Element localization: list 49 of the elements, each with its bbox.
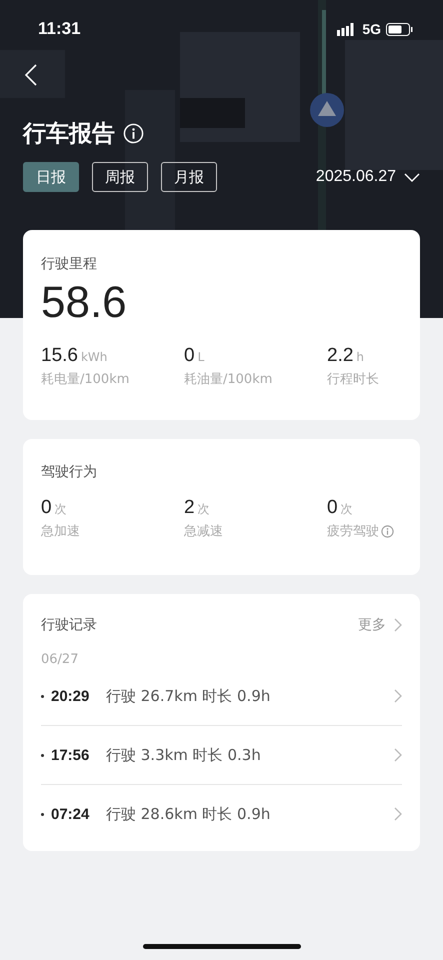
card-title: 行驶记录 [41, 616, 97, 634]
mileage-value: 58.6 [41, 279, 128, 328]
period-tab[interactable]: 周报 [92, 162, 148, 192]
network-label: 5G [362, 21, 381, 37]
bullet-icon [41, 812, 44, 816]
stat-value: 2.2 [327, 345, 354, 368]
record-row[interactable]: 20:29 行驶 26.7km 时长 0.9h [41, 667, 402, 725]
stat-label: 疲劳驾驶 [327, 523, 379, 540]
stat-value: 0 [41, 497, 52, 519]
chevron-down-icon [404, 172, 420, 182]
stat-label: 急加速 [41, 523, 80, 540]
record-time: 07:24 [51, 806, 90, 822]
stat-unit: 次 [54, 501, 67, 518]
stat-unit: 次 [340, 501, 353, 518]
status-time: 11:31 [38, 19, 81, 39]
chevron-right-icon [394, 748, 402, 762]
date-picker[interactable]: 2025.06.27 [316, 168, 420, 186]
stat-value: 15.6 [41, 345, 78, 368]
record-date: 06/27 [41, 652, 80, 667]
stat-value: 0 [184, 345, 195, 368]
chevron-right-icon [394, 618, 402, 632]
stat-unit: L [198, 350, 204, 364]
record-row[interactable]: 07:24 行驶 28.6km 时长 0.9h [41, 784, 402, 843]
page-title: 行车报告 [23, 120, 115, 148]
record-time: 20:29 [51, 688, 90, 704]
stat-value: 0 [327, 497, 338, 519]
bullet-icon [41, 754, 44, 756]
record-detail: 行驶 3.3km 时长 0.3h [106, 746, 262, 764]
bullet-icon [41, 694, 44, 698]
record-detail: 行驶 28.6km 时长 0.9h [106, 804, 272, 824]
card-title: 行驶里程 [41, 255, 98, 273]
stat-value: 2 [184, 497, 195, 519]
battery-icon [386, 22, 413, 36]
stat-label: 急减速 [184, 523, 223, 540]
stat-label: 耗油量/100km [184, 371, 272, 388]
card-title: 驾驶行为 [41, 463, 98, 481]
period-tab[interactable]: 月报 [161, 162, 217, 192]
chevron-right-icon [394, 689, 402, 703]
record-time: 17:56 [51, 746, 90, 764]
stat-label: 行程时长 [327, 371, 379, 388]
stat-label: 耗电量/100km [41, 371, 130, 388]
stat-unit: kWh [80, 350, 108, 364]
record-detail: 行驶 26.7km 时长 0.9h [106, 686, 272, 706]
chevron-right-icon [394, 807, 402, 821]
record-row[interactable]: 17:56 行驶 3.3km 时长 0.3h [41, 725, 402, 784]
back-icon[interactable] [25, 64, 37, 86]
stat-unit: 次 [198, 501, 210, 518]
period-tab[interactable]: 日报 [23, 162, 79, 192]
stat-unit: h [356, 350, 364, 364]
